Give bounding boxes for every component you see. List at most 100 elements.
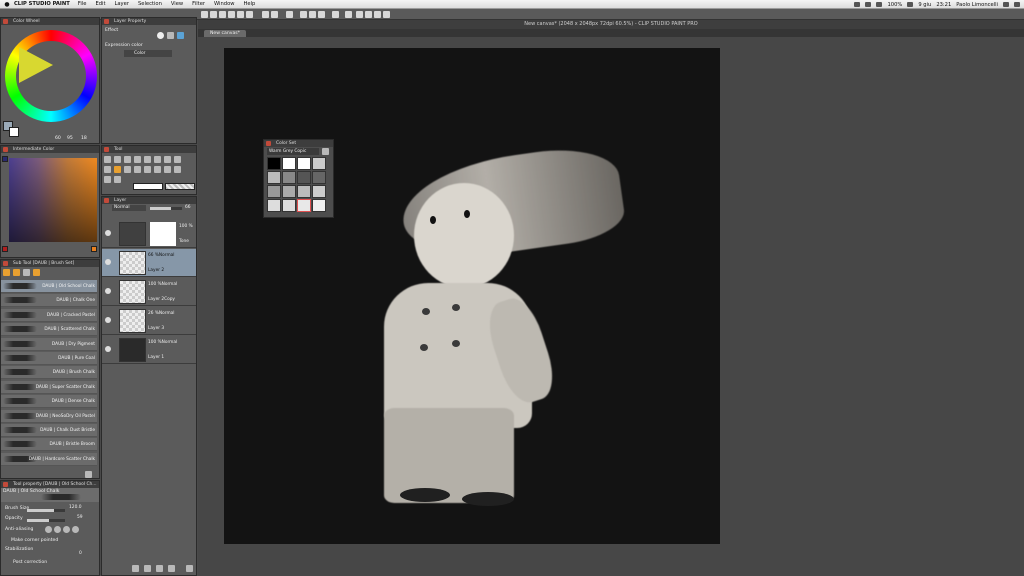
brush-list-item[interactable]: DAUB | Scattered Chalk [1, 323, 97, 337]
eye-icon[interactable] [105, 259, 111, 265]
brush-settings-icon[interactable] [85, 471, 92, 478]
anti-aliasing-none-icon[interactable] [45, 526, 52, 533]
color-swatch[interactable] [267, 199, 281, 212]
sub-color-swatch[interactable] [9, 127, 19, 137]
layer-row[interactable]: 100 %Normal Layer 2Copy [102, 278, 196, 306]
menu-window[interactable]: Window [214, 1, 234, 7]
new-layer-icon[interactable] [132, 565, 139, 572]
fill-icon[interactable] [164, 166, 171, 173]
volume-icon[interactable] [876, 2, 883, 7]
settings-icon[interactable] [286, 11, 293, 18]
menu-filter[interactable]: Filter [192, 1, 205, 7]
eye-icon[interactable] [105, 346, 111, 352]
opacity-row[interactable]: Opacity 59 [5, 515, 95, 523]
corner-color-swatch[interactable] [91, 246, 97, 252]
save-icon[interactable] [219, 11, 226, 18]
grid-icon[interactable] [318, 11, 325, 18]
perspective-icon[interactable] [332, 11, 339, 18]
color-swatch[interactable] [282, 199, 296, 212]
blend-icon[interactable] [154, 166, 161, 173]
brush-list-item[interactable]: DAUB | Brush Chalk [1, 366, 97, 380]
deselect-icon[interactable] [271, 11, 278, 18]
color-swatch[interactable] [267, 157, 281, 170]
text-icon[interactable] [114, 176, 121, 183]
color-swatch[interactable] [297, 157, 311, 170]
color-swatch[interactable] [312, 171, 326, 184]
opacity-value[interactable]: 59 [77, 515, 83, 520]
delete-layer-icon[interactable] [186, 565, 193, 572]
list-icon[interactable] [1014, 2, 1020, 7]
menu-edit[interactable]: Edit [95, 1, 105, 7]
zoom-icon[interactable] [104, 156, 111, 163]
brush-list-item[interactable]: DAUB | Hardcore Scatter Chalk [1, 452, 97, 466]
pen-icon[interactable] [174, 156, 181, 163]
tool-a-icon[interactable] [356, 11, 363, 18]
brush-group-icon[interactable] [13, 269, 20, 276]
eye-icon[interactable] [105, 230, 111, 236]
layer-opacity-slider[interactable] [150, 207, 182, 210]
menubar-user[interactable]: Paolo Limoncelli [956, 2, 998, 8]
color-set-select[interactable]: Warm Grey Copic [267, 148, 319, 155]
color-swatch[interactable] [282, 171, 296, 184]
undo-icon[interactable] [228, 11, 235, 18]
transform-icon[interactable] [262, 11, 269, 18]
color-swatch[interactable] [312, 157, 326, 170]
color-swatch[interactable] [297, 171, 311, 184]
blend-mode-select[interactable]: Normal [112, 205, 146, 211]
new-vector-layer-icon[interactable] [144, 565, 151, 572]
tone-effect-icon[interactable] [167, 32, 174, 39]
brush-group-icon[interactable] [33, 269, 40, 276]
tab-new-canvas[interactable]: New canvas* [204, 30, 246, 37]
expression-color-select[interactable]: Color [124, 50, 172, 57]
apple-icon[interactable]: ● [0, 1, 14, 8]
menu-layer[interactable]: Layer [114, 1, 128, 7]
saturation-triangle[interactable] [19, 47, 53, 83]
layer-row[interactable]: 100 % Tone [102, 220, 196, 248]
drawing-canvas[interactable] [224, 48, 720, 544]
post-correction-row[interactable]: Post correction [5, 559, 95, 567]
layer-row[interactable]: 26 %Normal Layer 3 [102, 307, 196, 335]
anti-aliasing-strong-icon[interactable] [72, 526, 79, 533]
layer-row[interactable]: 100 %Normal Layer 1 [102, 336, 196, 364]
eye-icon[interactable] [105, 288, 111, 294]
pencil-icon[interactable] [104, 166, 111, 173]
brush-icon[interactable] [114, 166, 121, 173]
clear-icon[interactable] [246, 11, 253, 18]
color-swatch[interactable] [297, 199, 311, 212]
wifi-icon[interactable] [865, 2, 872, 7]
menu-selection[interactable]: Selection [138, 1, 162, 7]
menu-help[interactable]: Help [244, 1, 256, 7]
layer-move-icon[interactable] [134, 156, 141, 163]
transparent-color-bar[interactable] [165, 183, 195, 190]
open-icon[interactable] [210, 11, 217, 18]
stabilization-value[interactable]: 0 [79, 551, 82, 556]
intermediate-color-grid[interactable] [9, 158, 97, 242]
eye-icon[interactable] [105, 317, 111, 323]
main-color-bar[interactable] [133, 183, 163, 190]
selection-icon[interactable] [144, 156, 151, 163]
menubar-time[interactable]: 23:21 [936, 2, 951, 8]
color-swatch[interactable] [267, 185, 281, 198]
stabilization-row[interactable]: Stabilization 0 [5, 546, 95, 556]
redo-icon[interactable] [237, 11, 244, 18]
move-icon[interactable] [114, 156, 121, 163]
brush-list-item[interactable]: DAUB | Super Scatter Chalk [1, 380, 97, 394]
layer-row[interactable]: 66 %Normal Layer 2 [102, 249, 196, 277]
battery-percent[interactable]: 100% [887, 2, 902, 8]
brush-group-icon[interactable] [3, 269, 10, 276]
color-swatch[interactable] [282, 185, 296, 198]
corner-row[interactable]: Make corner pointed [5, 537, 95, 545]
eraser-icon[interactable] [144, 166, 151, 173]
app-name[interactable]: CLIP STUDIO PAINT [14, 1, 70, 7]
color-swatch[interactable] [282, 157, 296, 170]
anti-aliasing-weak-icon[interactable] [54, 526, 61, 533]
auto-select-icon[interactable] [154, 156, 161, 163]
tool-d-icon[interactable] [383, 11, 390, 18]
operation-icon[interactable] [124, 156, 131, 163]
eyedropper-icon[interactable] [164, 156, 171, 163]
new-file-icon[interactable] [201, 11, 208, 18]
new-folder-icon[interactable] [156, 565, 163, 572]
hue-ring[interactable] [5, 30, 97, 122]
color-set-panel[interactable]: Color Set Warm Grey Copic [263, 139, 334, 218]
brush-list-item[interactable]: DAUB | Dry Pigment [1, 337, 97, 351]
